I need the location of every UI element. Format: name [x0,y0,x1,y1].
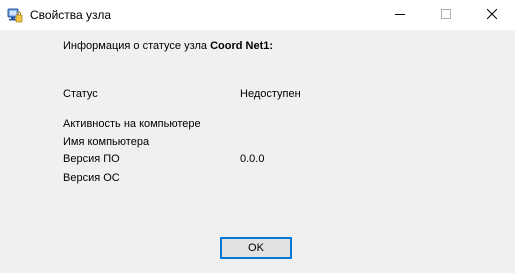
computer-name-label: Имя компьютера [63,136,150,148]
status-label: Статус [63,88,98,100]
ok-button[interactable]: OK [220,237,292,259]
os-version-label: Версия ОС [63,172,120,184]
minimize-button[interactable] [377,0,423,30]
node-status-heading: Информация о статусе узла Coord Net1: [63,40,273,52]
maximize-button[interactable] [423,0,469,30]
software-version-value: 0.0.0 [240,153,265,165]
node-name: Coord Net1: [210,40,274,52]
status-value: Недоступен [240,88,301,100]
heading-prefix: Информация о статусе узла [63,40,211,52]
node-properties-dialog: Свойства узла Информация о статусе узла … [0,0,515,273]
dialog-content: Информация о статусе узла Coord Net1: Ст… [0,30,515,273]
close-button[interactable] [469,0,515,30]
close-icon [486,8,498,22]
minimize-icon [395,9,405,22]
network-node-icon [7,7,23,23]
activity-label: Активность на компьютере [63,118,201,130]
window-title: Свойства узла [30,8,112,22]
maximize-icon [441,8,451,22]
title-bar: Свойства узла [0,0,515,30]
software-version-label: Версия ПО [63,153,120,165]
